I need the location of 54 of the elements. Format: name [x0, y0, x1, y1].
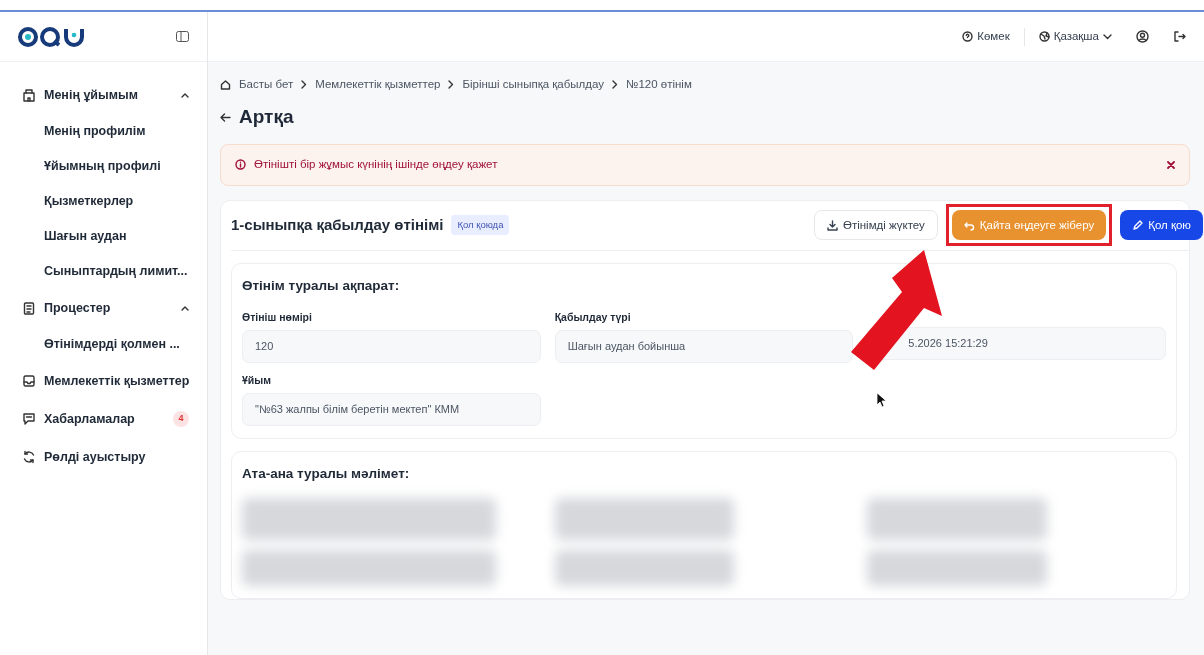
help-icon	[962, 31, 974, 42]
help-link[interactable]: Көмек	[962, 27, 1010, 46]
chevron-right-icon	[301, 80, 308, 90]
chevron-right-icon	[612, 80, 619, 90]
sidebar-item[interactable]: Менің ұйымым	[22, 76, 195, 114]
logout-icon[interactable]	[1173, 30, 1186, 43]
section-title: Өтінім туралы ақпарат:	[242, 276, 401, 295]
notification-count: 4	[173, 411, 189, 427]
readonly-field: "№63 жалпы білім беретін мектеп" КММ	[242, 392, 541, 426]
building-icon	[22, 88, 36, 102]
breadcrumb-link[interactable]: Басты бет	[239, 76, 294, 94]
section-title: Ата-ана туралы мәлімет:	[242, 464, 411, 483]
close-icon[interactable]	[1167, 160, 1175, 169]
language-dropdown[interactable]: Қазақша	[1038, 27, 1112, 46]
alert-text: Өтінішті бір жұмыс күнінің ішінде өңдеу қажет	[254, 157, 498, 173]
back-link[interactable]: Артқа	[239, 103, 294, 132]
action-button[interactable]: Қол қою	[1120, 210, 1203, 241]
card-title: 1-сыныпқа қабылдау өтінімі	[231, 215, 444, 235]
sidebar-item[interactable]: Хабарламалар 4	[22, 400, 195, 438]
sidebar-subitem[interactable]: Сыныптардың лимит...	[22, 254, 195, 289]
field-label: Өтініш нөмірі	[242, 310, 313, 325]
sidebar-subitem[interactable]: Өтінімдерді қолмен ...	[22, 327, 195, 362]
readonly-field: Шағын аудан бойынша	[554, 329, 854, 363]
status-badge: Қол қоюда	[451, 215, 510, 236]
inbox-icon	[22, 374, 36, 388]
cursor-icon	[876, 392, 887, 408]
user-icon[interactable]	[1136, 30, 1149, 43]
globe-icon	[1038, 31, 1050, 42]
home-icon	[220, 79, 231, 91]
sidebar-item[interactable]: Рөлді ауыстыру	[22, 438, 195, 476]
refresh-icon	[22, 450, 36, 464]
sidebar-subitem[interactable]: Менің профилім	[22, 114, 195, 149]
sidebar-item[interactable]: Мемлекеттік қызметтер	[22, 362, 195, 400]
field-label: Ұйым	[242, 372, 273, 388]
sidebar-subitem[interactable]: Ұйымның профилі	[22, 149, 195, 184]
arrow-left-icon[interactable]	[220, 113, 231, 122]
info-icon	[235, 159, 246, 171]
readonly-field: 120	[242, 329, 541, 363]
sidebar-toggle-icon[interactable]	[176, 31, 189, 42]
sidebar-subitem[interactable]: Қызметкерлер	[22, 184, 195, 219]
pen-icon	[1132, 219, 1144, 231]
sidebar-item[interactable]: Процестер	[22, 289, 195, 327]
breadcrumb-link[interactable]: №120 өтінім	[626, 76, 692, 94]
field-label: Қабылдау түрі	[554, 310, 632, 325]
sidebar-subitem[interactable]: Шағын аудан	[22, 219, 195, 254]
chevron-right-icon	[448, 80, 455, 90]
clipboard-icon	[22, 301, 36, 315]
download-icon	[827, 219, 838, 231]
chevron-down-icon	[1103, 33, 1112, 40]
chat-icon	[22, 412, 36, 426]
breadcrumb-link[interactable]: Мемлекеттік қызметтер	[315, 76, 441, 94]
action-button[interactable]: Өтінімді жүктеу	[814, 210, 938, 241]
logo-drawing	[18, 25, 86, 48]
breadcrumb-link[interactable]: Бірінші сыныпқа қабылдау	[462, 76, 605, 94]
